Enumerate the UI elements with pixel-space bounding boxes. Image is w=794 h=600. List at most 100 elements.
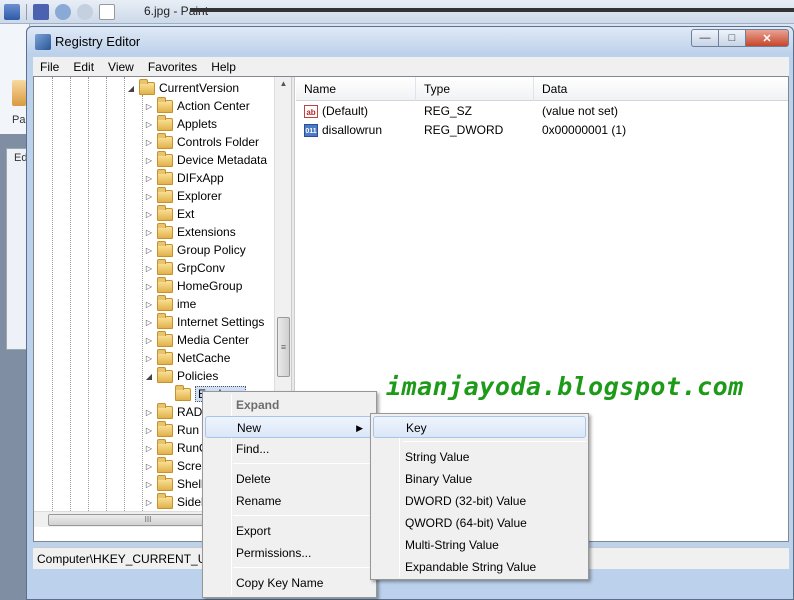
collapse-arrow-icon[interactable]: ◢ — [126, 84, 136, 93]
submenu-key[interactable]: Key — [373, 416, 586, 438]
tree-item[interactable]: ▷ GrpConv — [144, 258, 226, 277]
tree-item[interactable]: ▷ Action Center — [144, 96, 250, 115]
value-name: (Default) — [322, 104, 369, 118]
expand-arrow-icon[interactable]: ▷ — [144, 210, 154, 219]
paint-dialog-edge — [6, 148, 28, 350]
folder-icon — [157, 258, 173, 275]
tree-item[interactable]: ▷ HomeGroup — [144, 276, 242, 295]
tree-item[interactable]: ▷ Internet Settings — [144, 312, 264, 331]
context-menu: Expand New ▶ Find... Delete Rename Expor… — [202, 391, 377, 598]
expand-arrow-icon[interactable]: ▷ — [144, 480, 154, 489]
paint-app-icon[interactable] — [4, 4, 20, 20]
context-expand[interactable]: Expand — [205, 394, 374, 416]
context-rename[interactable]: Rename — [205, 490, 374, 512]
maximize-button[interactable]: □ — [718, 29, 745, 47]
context-copy-key-name[interactable]: Copy Key Name — [205, 572, 374, 594]
column-name[interactable]: Name — [296, 77, 416, 101]
expand-arrow-icon[interactable]: ▷ — [144, 336, 154, 345]
context-permissions[interactable]: Permissions... — [205, 542, 374, 564]
menu-help[interactable]: Help — [204, 60, 243, 74]
paint-titlebar: 6.jpg - Paint — [0, 0, 794, 24]
expand-arrow-icon[interactable]: ▷ — [144, 462, 154, 471]
tree-item[interactable]: ▷ ime — [144, 294, 196, 313]
paste-label: Pa — [12, 114, 26, 126]
expand-arrow-icon[interactable]: ▷ — [144, 192, 154, 201]
tree-item-label: Controls Folder — [177, 135, 260, 149]
context-new[interactable]: New ▶ — [205, 416, 374, 438]
expand-arrow-icon[interactable]: ▷ — [144, 156, 154, 165]
menu-view[interactable]: View — [101, 60, 141, 74]
scroll-up-arrow[interactable]: ▲ — [277, 79, 290, 93]
tree-item-label: Policies — [177, 369, 219, 383]
tree-guide-line — [70, 77, 71, 511]
expand-arrow-icon[interactable]: ▷ — [144, 300, 154, 309]
collapse-arrow-icon[interactable]: ◢ — [144, 372, 154, 381]
registry-titlebar[interactable]: Registry Editor — □ ✕ — [27, 27, 793, 55]
new-file-icon[interactable] — [99, 4, 115, 20]
tree-item[interactable]: ▷ Controls Folder — [144, 132, 260, 151]
expand-arrow-icon[interactable]: ▷ — [144, 120, 154, 129]
folder-icon — [157, 294, 173, 311]
menu-favorites[interactable]: Favorites — [141, 60, 204, 74]
expand-arrow-icon[interactable]: ▷ — [144, 174, 154, 183]
tree-item-label: NetCache — [177, 351, 231, 365]
tree-scroll-thumb[interactable]: ≡ — [277, 317, 290, 377]
paste-icon[interactable] — [12, 80, 26, 106]
tree-item[interactable]: ▷ Extensions — [144, 222, 236, 241]
redo-icon[interactable] — [77, 4, 93, 20]
context-delete[interactable]: Delete — [205, 468, 374, 490]
tree-item[interactable]: ▷ Media Center — [144, 330, 249, 349]
expand-arrow-icon[interactable]: ▷ — [144, 444, 154, 453]
save-icon[interactable] — [33, 4, 49, 20]
expand-arrow-icon[interactable]: ▷ — [144, 318, 154, 327]
column-type[interactable]: Type — [416, 77, 534, 101]
menu-edit[interactable]: Edit — [66, 60, 101, 74]
expand-arrow-icon[interactable]: ▷ — [144, 138, 154, 147]
undo-icon[interactable] — [55, 4, 71, 20]
menu-file[interactable]: File — [33, 60, 66, 74]
tree-item-label: GrpConv — [177, 261, 226, 275]
tree-item[interactable]: ◢ CurrentVersion — [126, 78, 240, 97]
value-row[interactable]: 011 disallowrun REG_DWORD 0x00000001 (1) — [296, 121, 788, 140]
close-button[interactable]: ✕ — [745, 29, 789, 47]
expand-arrow-icon[interactable]: ▷ — [144, 246, 154, 255]
tree-item-label: Device Metadata — [177, 153, 268, 167]
tree-item[interactable]: ▷ NetCache — [144, 348, 231, 367]
column-data[interactable]: Data — [534, 77, 788, 101]
expand-arrow-icon[interactable]: ▷ — [144, 102, 154, 111]
tree-item[interactable]: ▷ Explorer — [144, 186, 222, 205]
submenu-multi-string-value[interactable]: Multi-String Value — [373, 534, 586, 556]
tree-item[interactable]: ▷ DIFxApp — [144, 168, 224, 187]
expand-arrow-icon[interactable]: ▷ — [144, 498, 154, 507]
value-row[interactable]: ab (Default) REG_SZ (value not set) — [296, 102, 788, 121]
tree-item[interactable]: ▷ Ext — [144, 204, 194, 223]
tree-item[interactable]: ▷ Device Metadata — [144, 150, 268, 169]
minimize-button[interactable]: — — [691, 29, 718, 47]
submenu-expandable-string-value[interactable]: Expandable String Value — [373, 556, 586, 578]
submenu-arrow-icon: ▶ — [356, 423, 363, 433]
expand-arrow-icon[interactable]: ▷ — [144, 282, 154, 291]
expand-arrow-icon[interactable]: ▷ — [144, 408, 154, 417]
expand-arrow-icon[interactable]: ▷ — [144, 228, 154, 237]
folder-icon — [175, 384, 191, 401]
menu-separator — [233, 515, 374, 516]
folder-icon — [157, 114, 173, 131]
tree-item[interactable]: ▷ Run — [144, 420, 199, 439]
expand-arrow-icon[interactable]: ▷ — [144, 354, 154, 363]
context-export[interactable]: Export — [205, 520, 374, 542]
expand-arrow-icon[interactable]: ▷ — [144, 264, 154, 273]
value-name-cell: ab (Default) — [304, 104, 368, 118]
expand-arrow-icon[interactable]: ▷ — [144, 426, 154, 435]
value-data: 0x00000001 (1) — [542, 123, 627, 137]
submenu-binary-value[interactable]: Binary Value — [373, 468, 586, 490]
tree-item[interactable]: ◢ Policies — [144, 366, 219, 385]
tree-item-label: CurrentVersion — [159, 81, 240, 95]
submenu-string-value[interactable]: String Value — [373, 446, 586, 468]
folder-icon — [157, 438, 173, 455]
tree-item-label: Group Policy — [177, 243, 246, 257]
submenu-dword-value[interactable]: DWORD (32-bit) Value — [373, 490, 586, 512]
tree-item[interactable]: ▷ Group Policy — [144, 240, 246, 259]
context-find[interactable]: Find... — [205, 438, 374, 460]
submenu-qword-value[interactable]: QWORD (64-bit) Value — [373, 512, 586, 534]
tree-item[interactable]: ▷ Applets — [144, 114, 217, 133]
